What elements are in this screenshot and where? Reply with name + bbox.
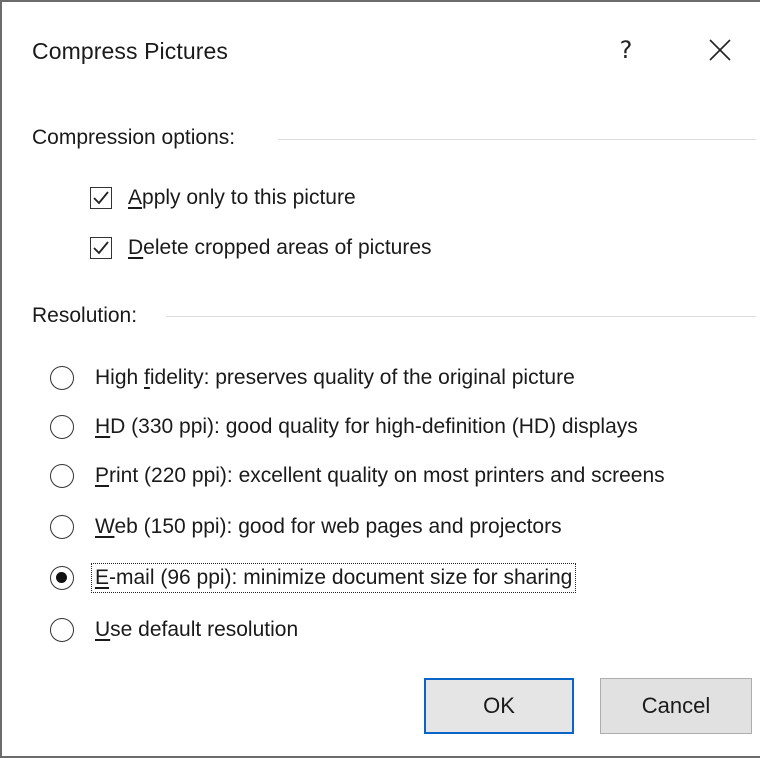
ok-button[interactable]: OK — [424, 678, 574, 734]
radio-label: Print (220 ppi): excellent quality on mo… — [95, 464, 665, 487]
cancel-button[interactable]: Cancel — [600, 678, 752, 734]
radio-selected-dot — [56, 572, 67, 583]
checkbox-delete-cropped-areas[interactable]: Delete cropped areas of pictures — [90, 232, 432, 264]
radio-circle[interactable] — [50, 566, 74, 590]
radio-circle[interactable] — [50, 415, 74, 439]
radio-label: Use default resolution — [95, 618, 299, 641]
resolution-separator — [166, 316, 756, 317]
compression-options-separator — [278, 139, 756, 140]
compress-pictures-dialog: Compress Pictures ? Compression options:… — [0, 0, 760, 758]
close-icon — [709, 39, 731, 61]
radio-high-fidelity[interactable]: High fidelity: preserves quality of the … — [50, 361, 578, 395]
checkbox-label: Apply only to this picture — [128, 186, 356, 209]
radio-label: Web (150 ppi): good for web pages and pr… — [95, 515, 562, 538]
radio-label: E-mail (96 ppi): minimize document size … — [90, 563, 577, 593]
radio-use-default-resolution[interactable]: Use default resolution — [50, 613, 301, 647]
radio-circle[interactable] — [50, 618, 74, 642]
radio-circle[interactable] — [50, 366, 74, 390]
checkbox-label: Delete cropped areas of pictures — [128, 236, 432, 259]
checkbox-box[interactable] — [90, 187, 112, 209]
radio-hd-330-ppi[interactable]: HD (330 ppi): good quality for high-defi… — [50, 410, 641, 444]
radio-print-220-ppi[interactable]: Print (220 ppi): excellent quality on mo… — [50, 459, 668, 493]
close-button[interactable] — [698, 30, 742, 70]
radio-circle[interactable] — [50, 464, 74, 488]
help-button[interactable]: ? — [608, 30, 644, 70]
radio-web-150-ppi[interactable]: Web (150 ppi): good for web pages and pr… — [50, 510, 565, 544]
checkmark-icon — [93, 191, 109, 205]
radio-email-96-ppi[interactable]: E-mail (96 ppi): minimize document size … — [50, 561, 577, 595]
dialog-title: Compress Pictures — [32, 38, 228, 64]
radio-label: HD (330 ppi): good quality for high-defi… — [95, 415, 638, 438]
checkbox-apply-only-to-this-picture[interactable]: Apply only to this picture — [90, 182, 356, 214]
compression-options-header: Compression options: — [32, 126, 236, 149]
radio-circle[interactable] — [50, 515, 74, 539]
checkmark-icon — [93, 241, 109, 255]
resolution-header: Resolution: — [32, 304, 138, 327]
checkbox-box[interactable] — [90, 237, 112, 259]
radio-label: High fidelity: preserves quality of the … — [95, 366, 575, 389]
